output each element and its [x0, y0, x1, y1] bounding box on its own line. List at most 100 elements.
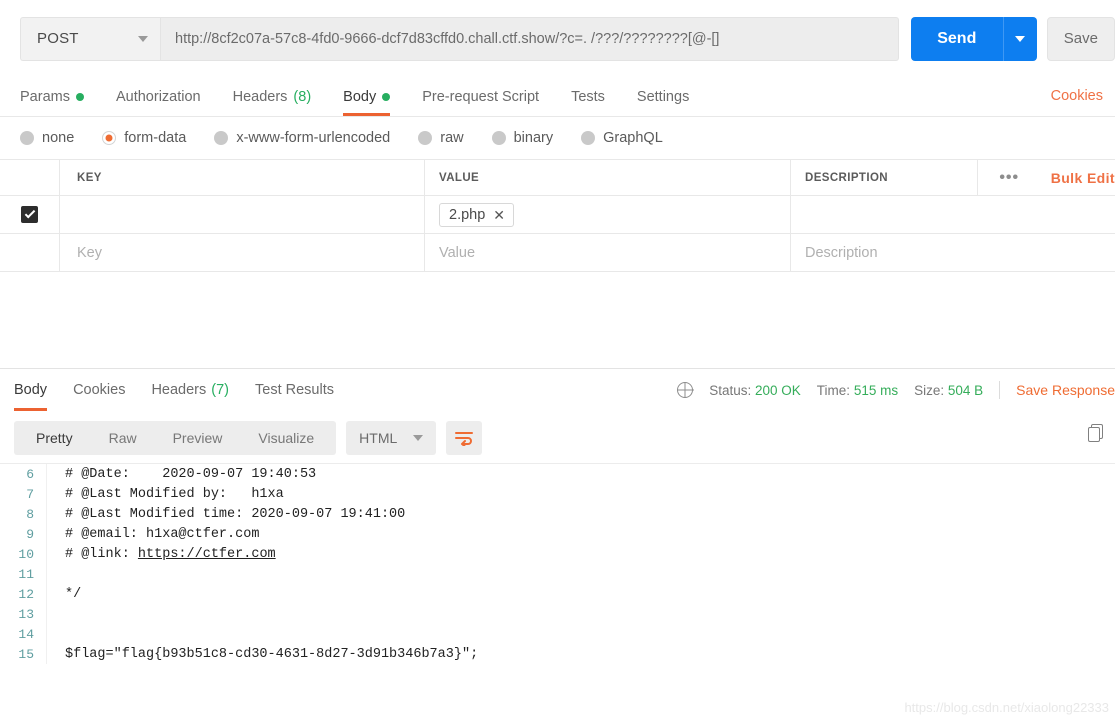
body-type-label: form-data	[124, 130, 187, 146]
table-row: 2.php ✕	[0, 196, 1115, 234]
body-type-label: raw	[440, 130, 464, 146]
time-group: Time: 515 ms	[817, 383, 898, 398]
row-description-input[interactable]	[791, 196, 1115, 233]
row-checkbox-cell	[0, 196, 60, 233]
size-value: 504 B	[947, 382, 984, 398]
gutter-divider	[46, 564, 47, 584]
cookies-link[interactable]: Cookies	[1051, 88, 1103, 104]
code-line: 9 # @email: h1xa@ctfer.com	[0, 524, 1115, 544]
new-value-input[interactable]: Value	[425, 234, 791, 271]
tab-settings[interactable]: Settings	[637, 78, 689, 116]
view-mode-visualize[interactable]: Visualize	[240, 424, 332, 452]
tab-count: (7)	[211, 382, 229, 398]
tab-label: Settings	[636, 89, 690, 105]
close-icon[interactable]: ✕	[493, 208, 505, 222]
table-options-button[interactable]: •••	[976, 160, 1041, 195]
key-placeholder: Key	[77, 244, 102, 261]
request-body-empty-space	[0, 272, 1115, 368]
copy-button[interactable]	[1088, 424, 1103, 442]
tab-label: Headers	[232, 89, 288, 105]
table-header-row: KEY VALUE DESCRIPTION ••• Bulk Edit	[0, 160, 1115, 196]
word-wrap-icon	[455, 432, 474, 446]
body-type-form-data[interactable]: form-data	[102, 130, 186, 146]
line-text: # @link:	[65, 546, 138, 562]
line-number: 11	[18, 566, 34, 582]
view-mode-raw[interactable]: Raw	[91, 424, 155, 452]
file-chip-label: 2.php	[449, 206, 486, 223]
http-method-select[interactable]: POST	[20, 16, 160, 61]
chevron-down-icon	[138, 35, 148, 42]
http-method-label: POST	[37, 30, 79, 47]
body-type-binary[interactable]: binary	[491, 130, 553, 146]
line-number: 14	[18, 626, 34, 642]
row-checkbox-cell	[0, 234, 60, 271]
tab-authorization[interactable]: Authorization	[116, 78, 201, 116]
response-tab-test-results[interactable]: Test Results	[255, 369, 334, 411]
url-input[interactable]: http://8cf2c07a-57c8-4fd0-9666-dcf7d83cf…	[160, 16, 899, 61]
meta-divider	[999, 381, 1001, 399]
tab-tests[interactable]: Tests	[571, 78, 605, 116]
tab-headers[interactable]: Headers (8)	[233, 78, 312, 116]
body-type-raw[interactable]: raw	[418, 130, 464, 146]
new-key-input[interactable]: Key	[60, 234, 425, 271]
bulk-edit-link[interactable]: Bulk Edit	[1041, 170, 1115, 186]
line-text: $flag="flag{b93b51c8-cd30-4631-8d27-3d91…	[65, 646, 479, 662]
new-description-input[interactable]: Description	[791, 234, 1115, 271]
response-tab-body[interactable]: Body	[14, 369, 48, 411]
radio-icon	[491, 131, 506, 145]
row-value-cell: 2.php ✕	[425, 196, 791, 233]
more-options-icon: •••	[999, 168, 1020, 186]
row-checkbox[interactable]	[21, 206, 38, 223]
line-number: 12	[18, 586, 34, 602]
response-link[interactable]: https://ctfer.com	[138, 547, 276, 562]
send-button[interactable]: Send	[910, 16, 1003, 61]
line-text: */	[65, 586, 82, 602]
row-key-input[interactable]	[60, 196, 425, 233]
code-line: 6 # @Date: 2020-09-07 19:40:53	[0, 464, 1115, 484]
tab-params[interactable]: Params	[20, 78, 84, 116]
status-value: 200 OK	[755, 382, 801, 398]
body-type-x-www-form-urlencoded[interactable]: x-www-form-urlencoded	[214, 130, 390, 146]
code-line: 14	[0, 624, 1115, 644]
tab-body[interactable]: Body	[343, 78, 391, 116]
form-data-table: KEY VALUE DESCRIPTION ••• Bulk Edit 2.ph…	[0, 159, 1115, 272]
tab-label: Params	[20, 89, 70, 105]
line-text: # @Last Modified time: 2020-09-07 19:41:…	[65, 506, 406, 522]
tab-pre-request-script[interactable]: Pre-request Script	[422, 78, 539, 116]
radio-icon	[20, 131, 34, 145]
body-type-label: x-www-form-urlencoded	[236, 130, 391, 146]
response-tab-cookies[interactable]: Cookies	[73, 369, 125, 411]
body-type-none[interactable]: none	[20, 130, 74, 146]
tab-label: Test Results	[255, 382, 334, 398]
radio-selected-icon	[102, 131, 117, 145]
request-url-bar: POST http://8cf2c07a-57c8-4fd0-9666-dcf7…	[0, 0, 1115, 78]
file-chip[interactable]: 2.php ✕	[439, 202, 515, 227]
view-mode-preview[interactable]: Preview	[155, 424, 241, 452]
save-button[interactable]: Save	[1046, 16, 1115, 61]
modified-dot-icon	[75, 93, 84, 101]
tab-label: Body	[14, 382, 48, 398]
tab-label: Pre-request Script	[422, 89, 540, 105]
send-options-button[interactable]	[1002, 16, 1037, 61]
word-wrap-button[interactable]	[446, 421, 483, 455]
chevron-down-icon	[413, 435, 424, 441]
save-response-button[interactable]: Save Response	[1016, 382, 1115, 398]
response-tab-headers[interactable]: Headers (7)	[151, 369, 229, 411]
size-label: Size:	[914, 382, 945, 398]
language-select[interactable]: HTML	[346, 421, 437, 455]
header-checkbox-cell	[0, 160, 60, 195]
response-body-code[interactable]: 6 # @Date: 2020-09-07 19:40:53 7 # @Last…	[0, 463, 1115, 689]
header-description: DESCRIPTION	[805, 171, 888, 184]
line-number: 7	[26, 486, 34, 502]
body-type-label: GraphQL	[603, 130, 663, 146]
body-type-graphql[interactable]: GraphQL	[581, 130, 663, 146]
time-value: 515 ms	[853, 382, 899, 398]
code-line: 7 # @Last Modified by: h1xa	[0, 484, 1115, 504]
line-number: 10	[18, 546, 34, 562]
copy-icon-back	[1088, 427, 1100, 442]
tab-count: (8)	[293, 89, 312, 105]
line-text: # @email: h1xa@ctfer.com	[65, 526, 260, 542]
tab-label: Cookies	[73, 382, 126, 398]
view-mode-pretty[interactable]: Pretty	[18, 424, 91, 452]
send-button-group: Send	[910, 16, 1037, 61]
